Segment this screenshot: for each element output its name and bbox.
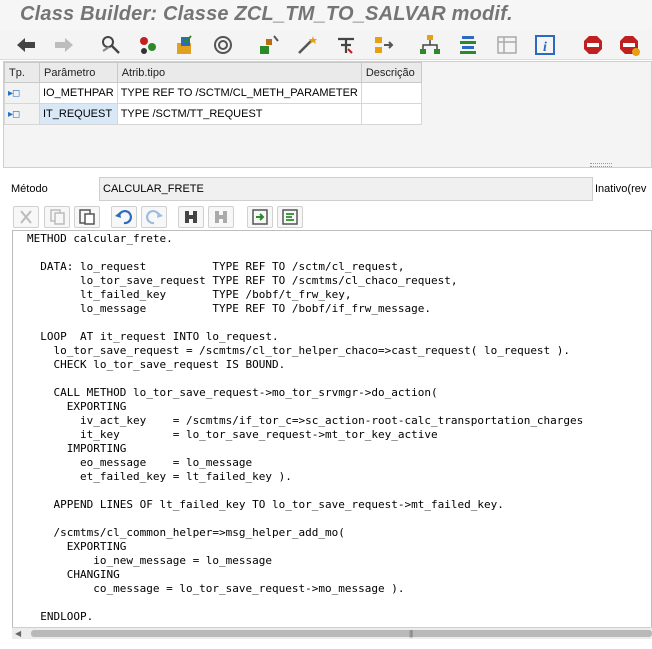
code-line[interactable]: iv_act_key = /scmtms/if_tor_c=>sc_action…	[27, 414, 583, 428]
insert-pattern-icon[interactable]	[247, 206, 273, 228]
find-icon[interactable]	[178, 206, 204, 228]
code-line[interactable]: LOOP AT it_request INTO lo_request.	[27, 330, 278, 344]
header-tp[interactable]: Tp.	[4, 62, 40, 83]
display-object-list-icon[interactable]	[495, 33, 519, 57]
pretty-printer-icon[interactable]	[277, 206, 303, 228]
code-line[interactable]: io_new_message = lo_message	[27, 554, 272, 568]
param-type-cell[interactable]: TYPE /SCTM/TT_REQUEST	[116, 103, 362, 125]
splitter-handle[interactable]	[590, 163, 612, 167]
copy-icon[interactable]	[44, 206, 70, 228]
editor-toolbar	[12, 205, 652, 229]
cut-icon[interactable]	[13, 206, 39, 228]
code-line[interactable]: co_message = lo_tor_save_request->mo_mes…	[27, 582, 404, 596]
header-parameter[interactable]: Parâmetro	[39, 62, 118, 83]
code-line[interactable]: lt_failed_key TYPE /bobf/t_frw_key,	[27, 288, 352, 302]
param-desc-cell[interactable]	[360, 82, 422, 104]
redo-icon[interactable]	[141, 206, 167, 228]
back-arrow-icon[interactable]	[14, 33, 38, 57]
active-inactive-icon[interactable]	[136, 33, 160, 57]
check-icon[interactable]	[173, 33, 197, 57]
code-line[interactable]: CHANGING	[27, 568, 120, 582]
method-status: Inativo(rev	[595, 183, 647, 195]
svg-text:i: i	[543, 40, 547, 55]
code-line[interactable]: ENDLOOP.	[27, 610, 93, 624]
code-line[interactable]: lo_tor_save_request = /scmtms/cl_tor_hel…	[27, 344, 570, 358]
param-type-icon[interactable]: ▸◻	[4, 103, 40, 125]
list-icon[interactable]	[456, 33, 480, 57]
title-bar: Class Builder: Classe ZCL_TM_TO_SALVAR m…	[0, 0, 652, 30]
header-type[interactable]: Atrib.tipo	[116, 62, 362, 83]
code-line[interactable]: CHECK lo_tor_save_request IS BOUND.	[27, 358, 285, 372]
header-description[interactable]: Descrição	[360, 62, 422, 83]
test-icon[interactable]	[257, 33, 281, 57]
where-used-icon[interactable]	[334, 33, 358, 57]
scrollbar-thumb[interactable]: |||	[31, 629, 652, 638]
window-title: Class Builder: Classe ZCL_TM_TO_SALVAR m…	[20, 3, 513, 25]
grip-icon: |||	[409, 629, 413, 638]
code-line[interactable]: /scmtms/cl_common_helper=>msg_helper_add…	[27, 526, 344, 540]
code-line[interactable]: DATA: lo_request TYPE REF TO /sctm/cl_re…	[27, 260, 404, 274]
table-header-row: Tp. Parâmetro Atrib.tipo Descrição	[4, 62, 422, 83]
method-name-field[interactable]: CALCULAR_FRETE	[99, 177, 593, 201]
horizontal-scrollbar[interactable]: ◀ |||	[12, 627, 652, 639]
code-line[interactable]: CALL METHOD lo_tor_save_request->mo_tor_…	[27, 386, 437, 400]
forward-arrow-icon[interactable]	[52, 33, 76, 57]
display-change-icon[interactable]	[99, 33, 123, 57]
hierarchy-icon[interactable]	[418, 33, 442, 57]
stop-breakpoint-icon[interactable]	[581, 33, 605, 57]
code-line[interactable]: eo_message = lo_message	[27, 456, 252, 470]
code-editor[interactable]: METHOD calcular_frete. DATA: lo_request …	[12, 230, 652, 639]
magic-wand-icon[interactable]	[295, 33, 319, 57]
code-line[interactable]: it_key = lo_tor_save_request->mt_tor_key…	[27, 428, 438, 442]
activate-icon[interactable]	[211, 33, 235, 57]
method-label: Método	[11, 183, 48, 195]
code-line[interactable]: lo_tor_save_request TYPE REF TO /scmtms/…	[27, 274, 458, 288]
param-desc-cell[interactable]	[360, 103, 422, 125]
code-line[interactable]: METHOD calcular_frete.	[27, 232, 173, 246]
paste-icon[interactable]	[74, 206, 100, 228]
table-row[interactable]: ▸◻ IT_REQUEST TYPE /SCTM/TT_REQUEST	[4, 103, 422, 125]
parameter-table: Tp. Parâmetro Atrib.tipo Descrição ▸◻ IO…	[4, 62, 422, 125]
code-line[interactable]: EXPORTING	[27, 400, 127, 414]
scroll-left-icon[interactable]: ◀	[15, 629, 21, 638]
code-line[interactable]: IMPORTING	[27, 442, 127, 456]
param-type-icon[interactable]: ▸◻	[4, 82, 40, 104]
stop-session-icon[interactable]	[617, 33, 641, 57]
application-toolbar: i	[0, 30, 652, 60]
table-row[interactable]: ▸◻ IO_METHPAR TYPE REF TO /SCTM/CL_METH_…	[4, 82, 422, 104]
navigation-icon[interactable]	[372, 33, 396, 57]
code-line[interactable]: et_failed_key = lt_failed_key ).	[27, 470, 292, 484]
param-name-cell[interactable]: IO_METHPAR	[39, 82, 118, 104]
param-name-cell[interactable]: IT_REQUEST	[39, 103, 118, 125]
code-line[interactable]: EXPORTING	[27, 540, 127, 554]
info-icon[interactable]: i	[533, 33, 557, 57]
find-next-icon[interactable]	[208, 206, 234, 228]
undo-icon[interactable]	[111, 206, 137, 228]
code-line[interactable]: lo_message TYPE REF TO /bobf/if_frw_mess…	[27, 302, 431, 316]
param-type-cell[interactable]: TYPE REF TO /SCTM/CL_METH_PARAMETER	[116, 82, 362, 104]
code-line[interactable]: APPEND LINES OF lt_failed_key TO lo_tor_…	[27, 498, 503, 512]
